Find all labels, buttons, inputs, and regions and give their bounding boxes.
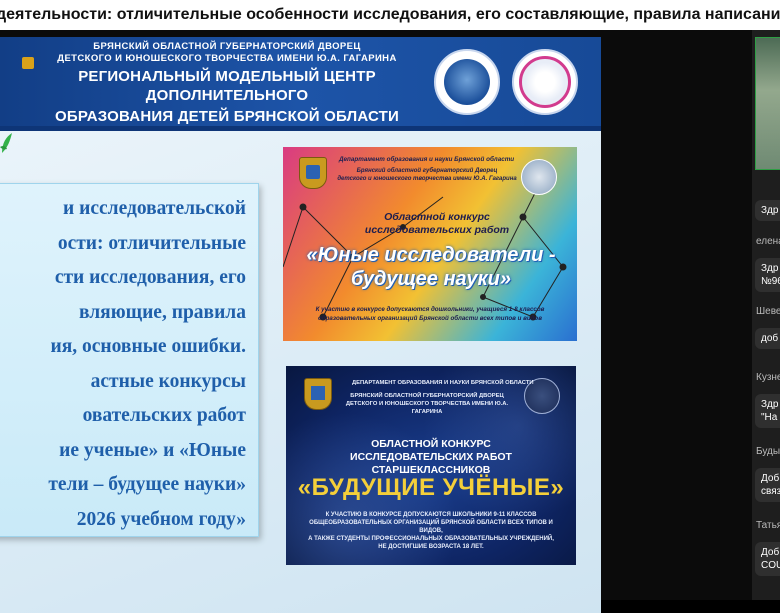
chat-sender-name: Буды — [756, 446, 780, 457]
chat-message-bubble[interactable]: Доб связ — [755, 468, 780, 502]
chat-message-text: связ — [761, 486, 780, 497]
poster1-sub: Брянский областной губернаторский Дворец… — [337, 167, 517, 183]
poster1-title-line-1: «Юные исследователи - — [306, 244, 556, 266]
chat-message-text: доб — [761, 333, 779, 344]
leaf-icon — [0, 133, 14, 153]
main-text-line: 2026 учебном году» — [76, 508, 246, 530]
poster2-title: «БУДУЩИЕ УЧЁНЫЕ» — [297, 474, 565, 501]
poster2-footer-line-4: НЕ ДОСТИГШИЕ ВОЗРАСТА 18 ЛЕТ. — [378, 544, 484, 550]
poster1-footer-line-2: образовательных организаций Брянской обл… — [318, 315, 542, 322]
chat-message-bubble[interactable]: Здр "На — [755, 394, 780, 428]
poster-young-researchers: Департамент образования и науки Брянской… — [283, 147, 577, 341]
poster2-footer-line-1: К УЧАСТИЮ В КОНКУРСЕ ДОПУСКАЮТСЯ ШКОЛЬНИ… — [325, 512, 537, 518]
main-text-line: вляющие, правила — [78, 301, 246, 323]
main-text-line: овательских работ — [82, 405, 246, 426]
poster2-footer-line-3: А ТАКЖЕ СТУДЕНТЫ ПРОФЕССИОНАЛЬНЫХ ОБРАЗО… — [308, 536, 554, 542]
chat-message-text: Здр — [761, 263, 779, 274]
slide-header: БРЯНСКИЙ ОБЛАСТНОЙ ГУБЕРНАТОРСКИЙ ДВОРЕЦ… — [0, 37, 601, 131]
poster2-sub-line-1: БРЯНСКИЙ ОБЛАСТНОЙ ГУБЕРНАТОРСКИЙ ДВОРЕЦ — [350, 393, 504, 399]
main-text-line: сти исследования, его — [54, 267, 246, 288]
shared-slide: БРЯНСКИЙ ОБЛАСТНОЙ ГУБЕРНАТОРСКИЙ ДВОРЕЦ… — [0, 37, 601, 613]
poster2-contest-line-1: ОБЛАСТНОЙ КОНКУРС — [371, 438, 491, 450]
chat-message-bubble[interactable]: Здр — [755, 200, 780, 221]
poster2-footer: К УЧАСТИЮ В КОНКУРСЕ ДОПУСКАЮТСЯ ШКОЛЬНИ… — [298, 511, 564, 551]
chat-sender-name: Татья — [756, 520, 780, 531]
main-text-box: и исследовательской ости: отличительные ст… — [0, 183, 259, 537]
main-text-line: астные конкурсы — [90, 370, 246, 392]
poster1-title-line-2: будущее науки» — [350, 268, 512, 290]
poster2-sub: БРЯНСКИЙ ОБЛАСТНОЙ ГУБЕРНАТОРСКИЙ ДВОРЕЦ… — [332, 392, 522, 416]
chat-panel[interactable]: Здр елена Здр №96 Шеве доб Кузне Здр "На Буды Доб с… — [752, 30, 780, 600]
chat-message-text: Здр — [761, 399, 779, 410]
main-text: и исследовательской ости: отличительные ст… — [0, 192, 246, 537]
header-line-1: БРЯНСКИЙ ОБЛАСТНОЙ ГУБЕРНАТОРСКИЙ ДВОРЕЦ — [93, 41, 361, 52]
main-text-line: тели – будущее науки» — [48, 474, 246, 495]
presentation-stage: БРЯНСКИЙ ОБЛАСТНОЙ ГУБЕРНАТОРСКИЙ ДВОРЕЦ… — [0, 30, 752, 613]
chat-message-text: COU — [761, 560, 780, 571]
main-text-line: и исследовательской — [62, 198, 246, 219]
region-coat-of-arms-icon — [304, 378, 332, 410]
chat-message-text: "На — [761, 412, 778, 423]
main-text-line: ие ученые» и «Юные — [59, 439, 246, 461]
window-title: деятельности: отличительные особенности … — [0, 6, 780, 23]
chat-message-bubble[interactable]: Здр №96 — [755, 258, 780, 292]
poster1-footer-line-1: К участию в конкурсе допускаются дошколь… — [315, 306, 545, 313]
chat-message-text: Доб — [761, 547, 780, 558]
gagarin-emblem-icon — [434, 49, 500, 115]
chat-message-text: №96 — [761, 276, 780, 287]
poster1-title: «Юные исследователи - будущее науки» — [301, 243, 561, 291]
header-line-2: ДЕТСКОГО И ЮНОШЕСКОГО ТВОРЧЕСТВА ИМЕНИ Ю… — [57, 53, 397, 64]
poster1-contest: Областной конкурс исследовательских рабо… — [327, 211, 547, 237]
poster1-contest-line-2: исследовательских работ — [364, 224, 510, 236]
chat-message-bubble[interactable]: Доб COU — [755, 542, 780, 576]
poster2-dept: ДЕПАРТАМЕНТ ОБРАЗОВАНИЯ И НАУКИ БРЯНСКОЙ… — [352, 380, 534, 386]
header-text: БРЯНСКИЙ ОБЛАСТНОЙ ГУБЕРНАТОРСКИЙ ДВОРЕЦ… — [22, 41, 432, 126]
poster1-dept: Департамент образования и науки Брянской… — [339, 156, 515, 163]
chat-message-bubble[interactable]: доб — [755, 328, 780, 349]
header-line-4: ОБРАЗОВАНИЯ ДЕТЕЙ БРЯНСКОЙ ОБЛАСТИ — [54, 108, 399, 125]
gagarin-medal-icon — [521, 159, 557, 195]
poster1-sub-line-1: Брянский областной губернаторский Дворец — [356, 168, 498, 174]
chat-sender-name: елена — [756, 236, 780, 247]
chat-sender-name: Шеве — [756, 306, 780, 317]
poster-future-scientists: ДЕПАРТАМЕНТ ОБРАЗОВАНИЯ И НАУКИ БРЯНСКОЙ… — [286, 366, 576, 565]
main-text-line: ия, основные ошибки. — [50, 336, 246, 357]
poster2-footer-line-2: ОБЩЕОБРАЗОВАТЕЛЬНЫХ ОРГАНИЗАЦИЙ БРЯНСКОЙ… — [309, 520, 553, 534]
participant-video-thumbnail[interactable] — [755, 37, 780, 170]
chat-message-text: Доб — [761, 473, 780, 484]
poster1-contest-line-1: Областной конкурс — [384, 211, 490, 223]
poster1-footer: К участию в конкурсе допускаются дошколь… — [295, 305, 565, 323]
chat-sender-name: Кузне — [756, 372, 780, 383]
main-text-line: ости: отличительные — [57, 232, 246, 254]
region-coat-of-arms-icon — [299, 157, 327, 189]
poster2-contest: ОБЛАСТНОЙ КОНКУРС ИССЛЕДОВАТЕЛЬСКИХ РАБО… — [296, 438, 566, 477]
window-title-bar: деятельности: отличительные особенности … — [0, 0, 780, 30]
model-center-emblem-icon — [512, 49, 578, 115]
chat-message-text: Здр — [761, 205, 779, 216]
header-line-3: РЕГИОНАЛЬНЫЙ МОДЕЛЬНЫЙ ЦЕНТР ДОПОЛНИТЕЛЬ… — [78, 68, 376, 104]
poster1-sub-line-2: детского и юношеского творчества имени Ю… — [337, 176, 517, 182]
poster2-sub-line-2: ДЕТСКОГО И ЮНОШЕСКОГО ТВОРЧЕСТВА ИМЕНИ Ю… — [345, 401, 509, 415]
